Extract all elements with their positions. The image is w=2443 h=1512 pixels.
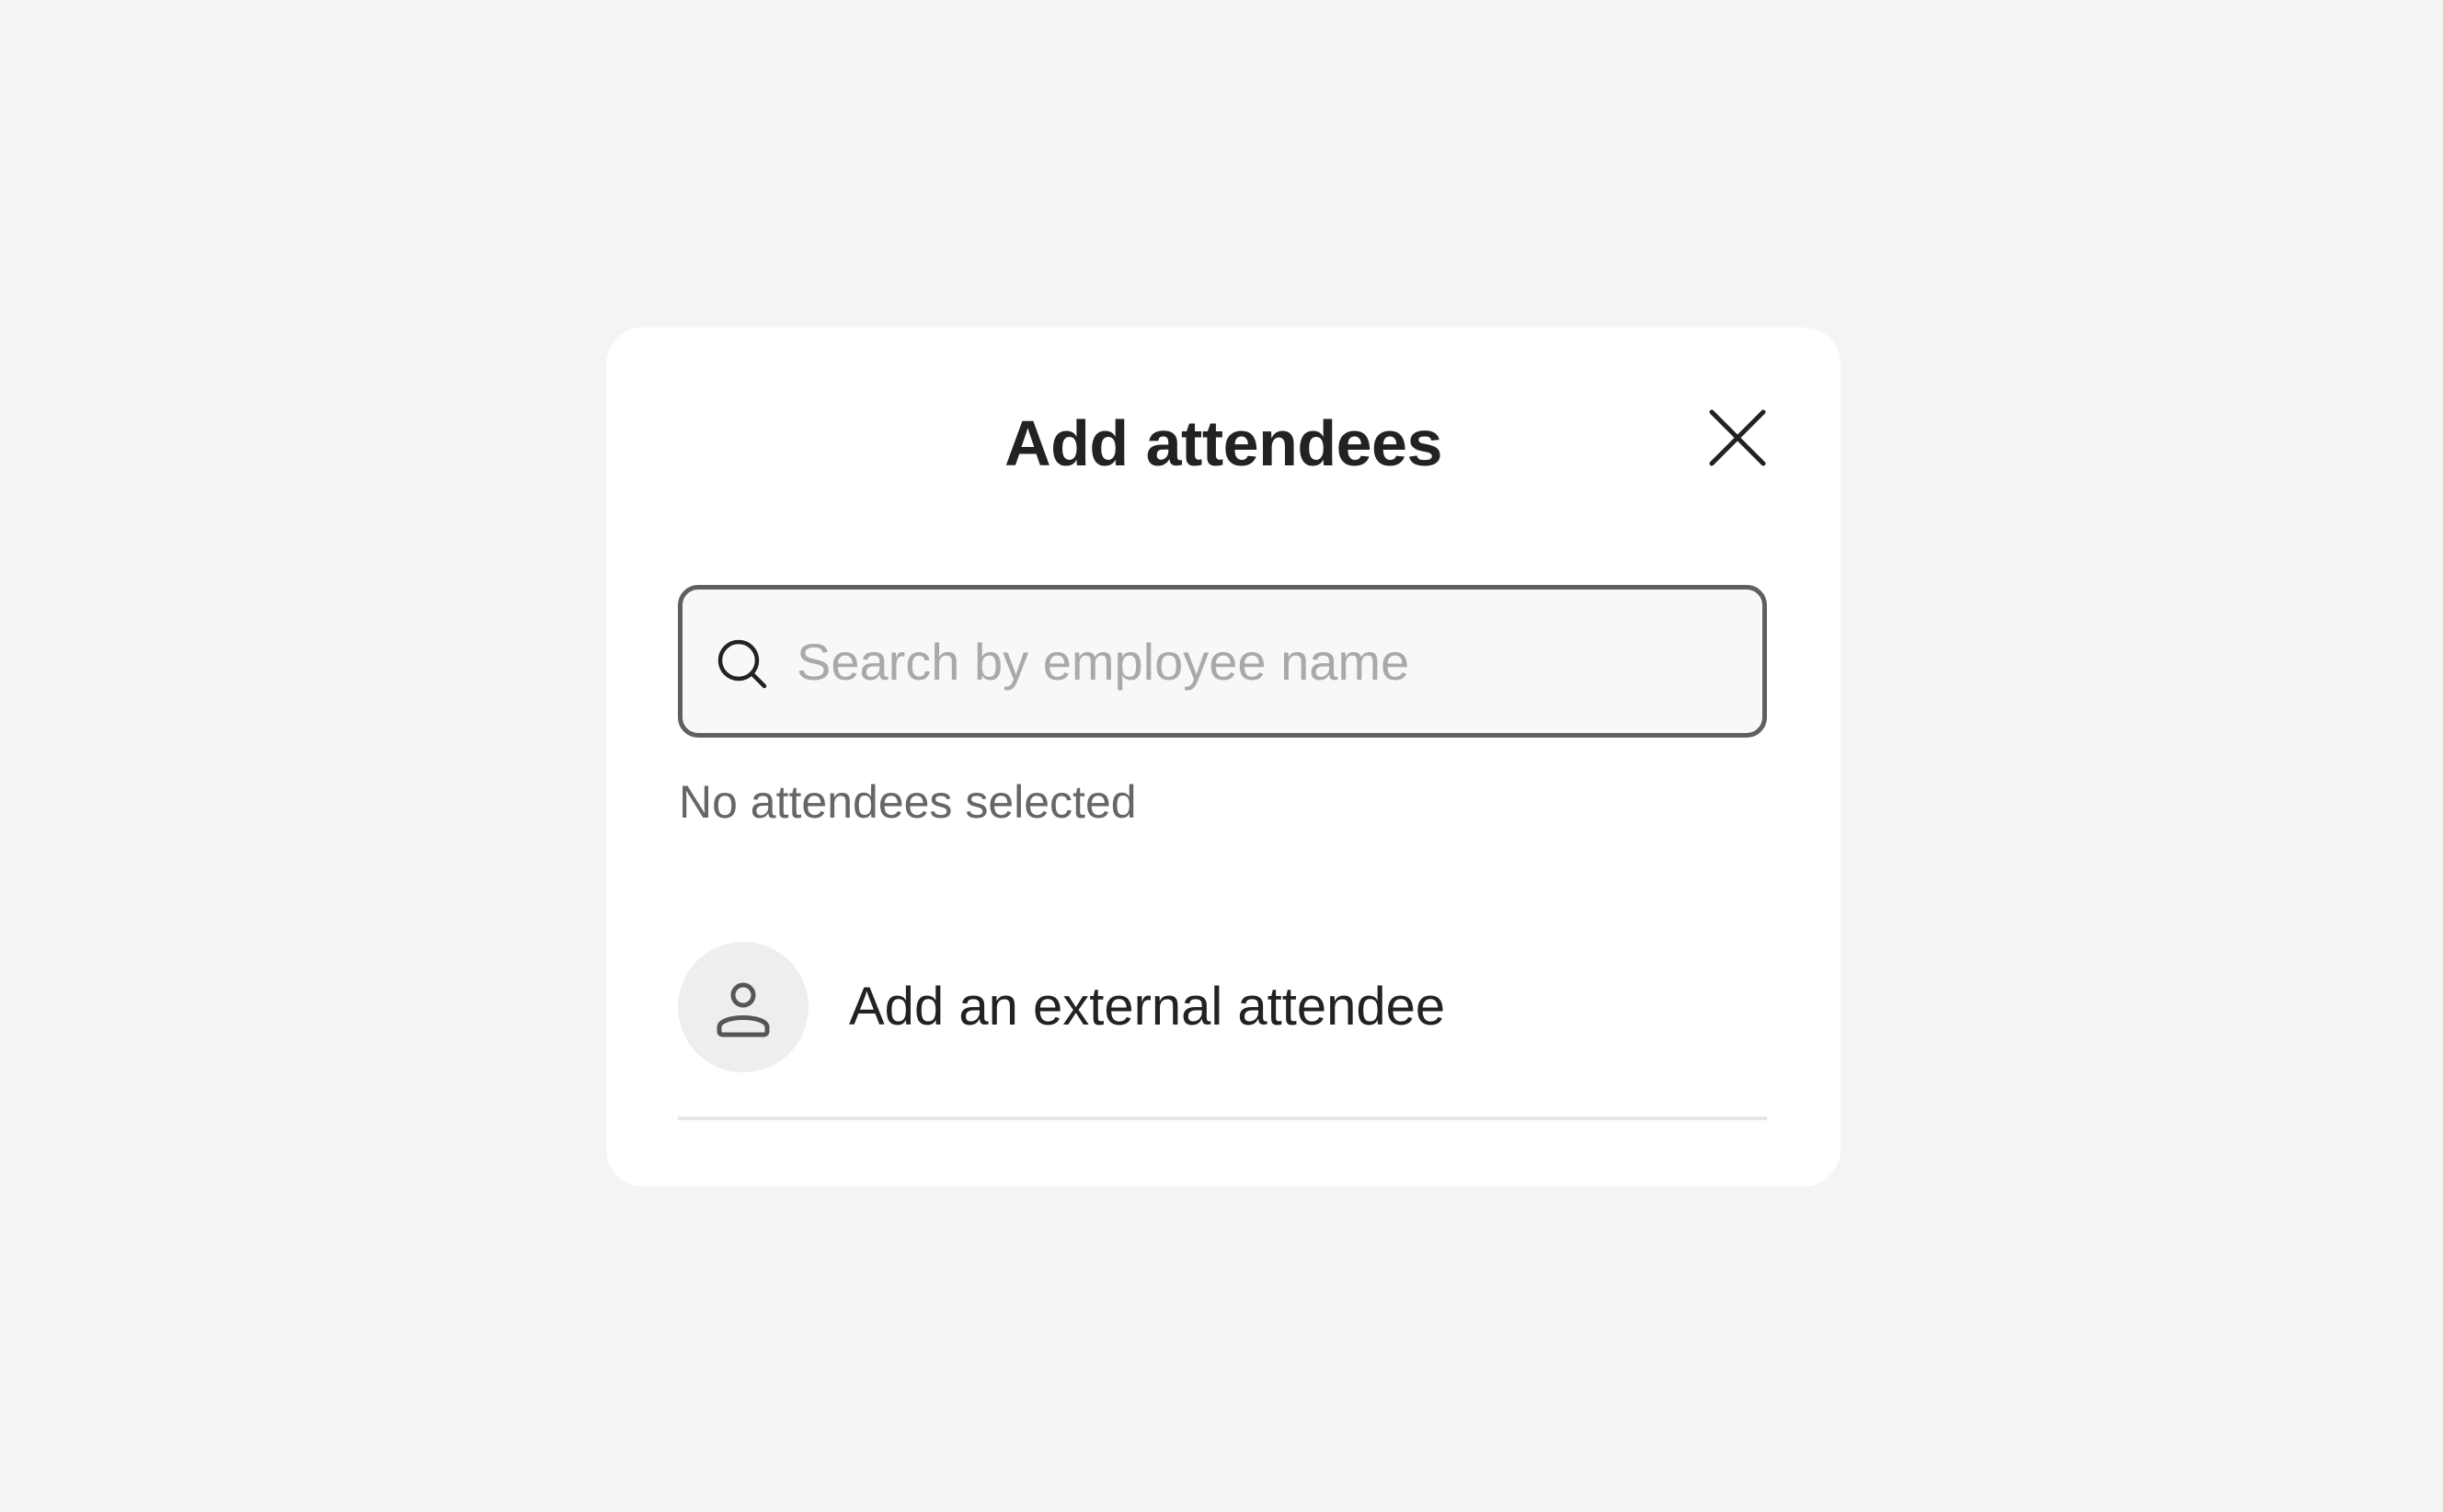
search-icon [717, 639, 767, 689]
dialog-title: Add attendees [1004, 407, 1442, 479]
add-attendees-dialog: Add attendees No attendees selected Add … [606, 327, 1841, 1186]
search-input[interactable] [797, 590, 1735, 733]
close-button[interactable] [1701, 401, 1774, 475]
selected-attendees-status: No attendees selected [679, 776, 1137, 828]
person-icon [717, 982, 770, 1037]
add-external-attendee-button[interactable]: Add an external attendee [678, 938, 1767, 1076]
close-icon [1709, 409, 1766, 466]
search-field[interactable] [678, 585, 1767, 738]
divider [678, 1117, 1767, 1120]
avatar [678, 942, 809, 1072]
add-external-attendee-label: Add an external attendee [849, 977, 1446, 1037]
